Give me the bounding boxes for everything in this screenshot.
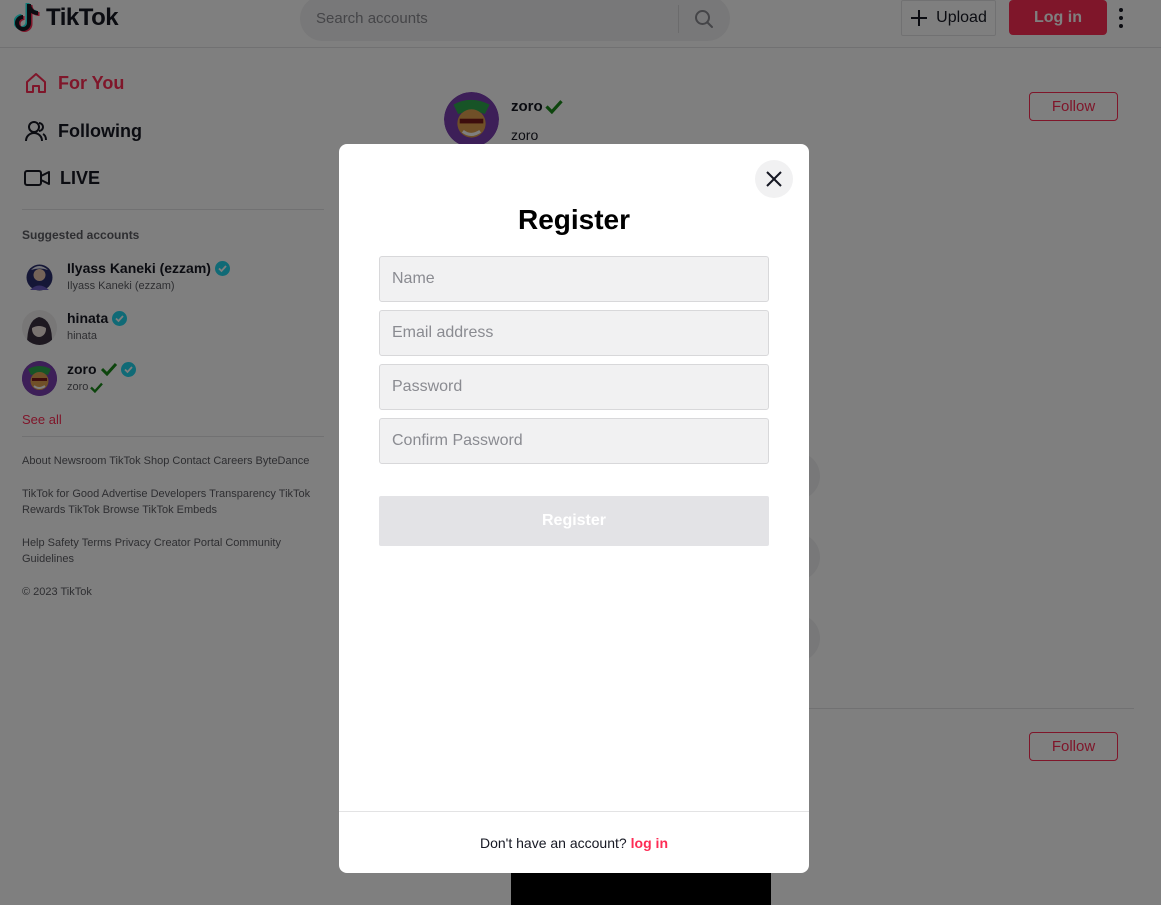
password-field[interactable]	[379, 364, 769, 410]
email-field[interactable]	[379, 310, 769, 356]
close-icon	[766, 171, 782, 187]
confirm-password-field[interactable]	[379, 418, 769, 464]
footer-prompt: Don't have an account?	[480, 834, 627, 851]
modal-footer: Don't have an account? log in	[339, 811, 809, 873]
modal-title: Register	[517, 204, 631, 235]
login-link[interactable]: log in	[631, 835, 668, 851]
close-button[interactable]	[755, 160, 793, 198]
register-modal: Register Register Don't have an account?…	[339, 144, 809, 873]
register-button[interactable]: Register	[379, 496, 769, 546]
name-field[interactable]	[379, 256, 769, 302]
